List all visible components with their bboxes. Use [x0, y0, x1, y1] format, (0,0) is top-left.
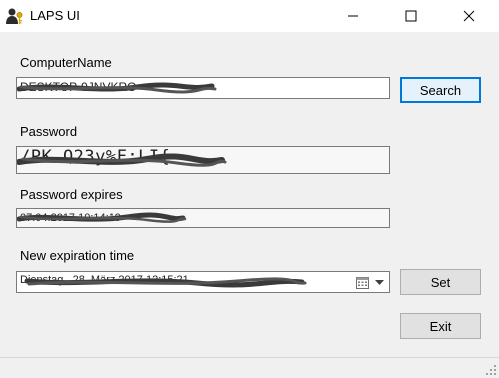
redaction-scribble	[17, 153, 227, 167]
redaction-scribble	[17, 82, 217, 94]
computer-name-label: ComputerName	[20, 55, 112, 70]
redaction-scribble	[17, 212, 187, 223]
laps-user-key-icon	[6, 8, 23, 24]
minimize-button[interactable]	[330, 0, 376, 32]
password-expires-label: Password expires	[20, 187, 123, 202]
password-label: Password	[20, 124, 78, 139]
exit-button[interactable]: Exit	[400, 313, 481, 339]
computer-name-input[interactable]: DESKTOP-9JNVKRO	[16, 77, 390, 99]
maximize-icon	[405, 10, 417, 22]
set-button[interactable]: Set	[400, 269, 481, 295]
minimize-icon	[348, 15, 358, 17]
close-button[interactable]	[446, 0, 492, 32]
password-field: /PK.Q23y%F:LI{	[16, 146, 390, 174]
new-expiration-label: New expiration time	[20, 248, 135, 263]
expiration-date-picker[interactable]: Dienstag , 28. März 2017 12:15:21	[16, 271, 390, 293]
resize-grip-icon[interactable]	[485, 364, 497, 376]
calendar-icon[interactable]	[356, 276, 369, 289]
close-icon	[463, 10, 475, 22]
title-bar: LAPS UI	[0, 0, 499, 32]
maximize-button[interactable]	[388, 0, 434, 32]
status-bar	[0, 357, 499, 378]
redaction-scribble	[24, 277, 307, 288]
search-button[interactable]: Search	[400, 77, 481, 103]
password-expires-field: 07.04.2017 10:14:19	[16, 208, 390, 228]
window-title: LAPS UI	[30, 8, 80, 23]
chevron-down-icon[interactable]	[375, 280, 384, 285]
